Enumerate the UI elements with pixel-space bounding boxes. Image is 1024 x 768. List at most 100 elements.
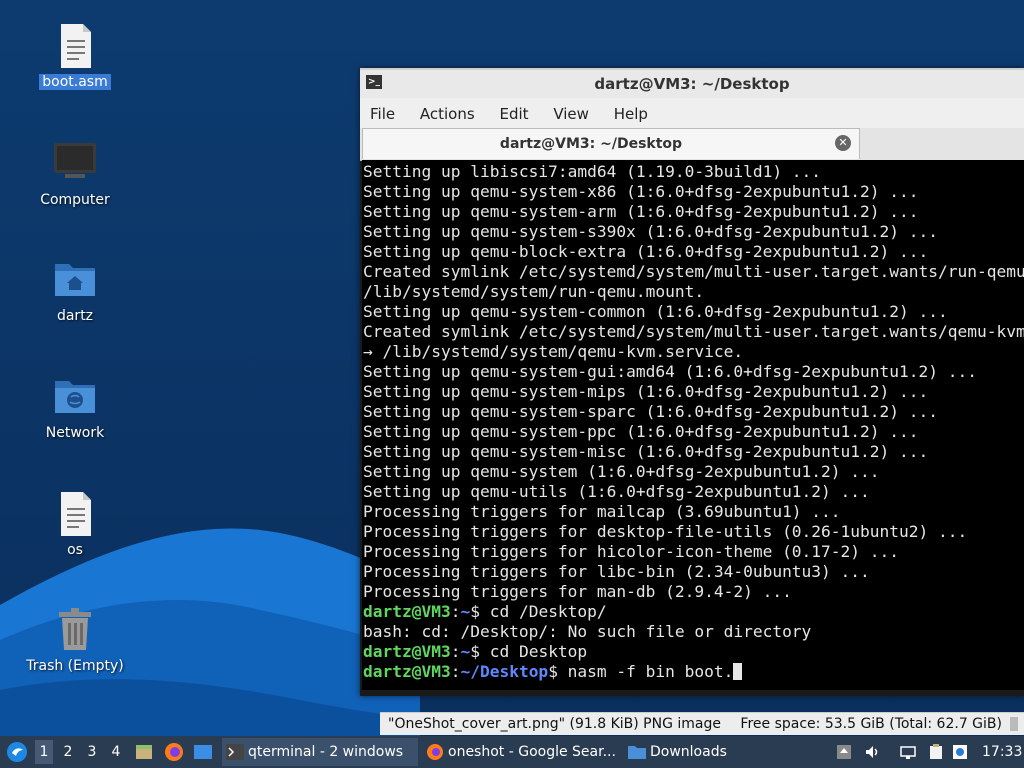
- desktop-icon-label: os: [67, 542, 83, 558]
- file-manager-statusbar: "OneShot_cover_art.png" (91.8 KiB) PNG i…: [380, 712, 1024, 735]
- terminal-line: Created symlink /etc/systemd/system/mult…: [363, 262, 1024, 281]
- desktop-icon-label: boot.asm: [39, 74, 111, 90]
- prompt-command: cd Desktop: [479, 642, 588, 661]
- free-space-info: Free space: 53.5 GiB (Total: 62.7 GiB): [740, 716, 1002, 732]
- terminal-line: Setting up qemu-system-ppc (1:6.0+dfsg-2…: [363, 422, 919, 441]
- text-cursor: [733, 663, 743, 680]
- desktop-icon-computer[interactable]: Computer: [20, 140, 130, 208]
- menu-edit[interactable]: Edit: [489, 98, 538, 123]
- terminal-line: bash: cd: /Desktop/: No such file or dir…: [363, 622, 812, 641]
- prompt-user: dartz@VM3: [363, 642, 451, 661]
- terminal-line: Setting up qemu-system-arm (1:6.0+dfsg-2…: [363, 202, 919, 221]
- firefox-launcher[interactable]: [164, 736, 186, 768]
- tab-bar: dartz@VM3: ~/Desktop ✕: [360, 128, 1024, 161]
- desktop-icon-label: Network: [45, 425, 105, 441]
- terminal-line: Setting up qemu-system-s390x (1:6.0+dfsg…: [363, 222, 938, 241]
- taskbar: 1 2 3 4 qterminal - 2 windows oneshot - …: [0, 736, 1024, 768]
- prompt-command: cd /Desktop/: [479, 602, 607, 621]
- menu-help[interactable]: Help: [604, 98, 658, 123]
- computer-icon: [51, 140, 99, 188]
- terminal-line: dartz@VM3:~$ cd /Desktop/: [363, 602, 607, 621]
- terminal-line: → /lib/systemd/system/qemu-kvm.service.: [363, 342, 744, 361]
- terminal-line: Setting up qemu-system-gui:amd64 (1:6.0+…: [363, 362, 977, 381]
- terminal-window[interactable]: >_ dartz@VM3: ~/Desktop File Actions Edi…: [360, 68, 1024, 696]
- terminal-output[interactable]: Setting up libiscsi7:amd64 (1.19.0-3buil…: [362, 160, 1024, 690]
- show-desktop-button[interactable]: [193, 736, 215, 768]
- terminal-line: dartz@VM3:~$ cd Desktop: [363, 642, 588, 661]
- terminal-tab[interactable]: dartz@VM3: ~/Desktop ✕: [362, 128, 860, 159]
- menubar: File Actions Edit View Help: [360, 98, 1024, 128]
- terminal-input-line[interactable]: dartz@VM3:~/Desktop$ nasm -f bin boot.: [362, 662, 1024, 682]
- terminal-line: Setting up qemu-system-sparc (1:6.0+dfsg…: [363, 402, 938, 421]
- volume-icon[interactable]: [864, 744, 880, 760]
- tab-label: dartz@VM3: ~/Desktop: [499, 136, 683, 152]
- desktop-icon-label: dartz: [56, 308, 94, 324]
- desktop-icon-label: Computer: [40, 192, 110, 208]
- terminal-line: Setting up qemu-system (1:6.0+dfsg-2expu…: [363, 462, 880, 481]
- desktop-icon-boot-asm[interactable]: boot.asm: [20, 22, 130, 90]
- terminal-line: Setting up qemu-system-mips (1:6.0+dfsg-…: [363, 382, 929, 401]
- terminal-line: Processing triggers for hicolor-icon-the…: [363, 542, 900, 561]
- folder-icon: [628, 746, 646, 759]
- prompt-user: dartz@VM3: [363, 662, 451, 681]
- terminal-line: Setting up qemu-system-x86 (1:6.0+dfsg-2…: [363, 182, 919, 201]
- workspace-2[interactable]: 2: [59, 744, 77, 760]
- clock[interactable]: 17:33: [982, 744, 1022, 760]
- terminal-line: Setting up qemu-system-common (1:6.0+dfs…: [363, 302, 948, 321]
- text-file-icon: [51, 490, 99, 538]
- text-file-icon: [51, 22, 99, 70]
- task-label: oneshot - Google Sear...: [448, 744, 616, 760]
- window-title: dartz@VM3: ~/Desktop: [594, 75, 790, 93]
- file-manager-icon: [136, 745, 152, 759]
- trash-icon: [51, 606, 99, 654]
- upload-arrow-icon[interactable]: [836, 744, 852, 760]
- start-menu-button[interactable]: [4, 736, 30, 768]
- terminal-line: Processing triggers for libc-bin (2.34-0…: [363, 562, 870, 581]
- network-icon[interactable]: [900, 744, 916, 760]
- workspace-1[interactable]: 1: [35, 740, 53, 764]
- task-downloads[interactable]: Downloads: [624, 738, 824, 766]
- prompt-command: nasm -f bin boot.: [557, 662, 734, 681]
- task-label: qterminal - 2 windows: [248, 744, 404, 760]
- task-qterminal[interactable]: qterminal - 2 windows: [222, 738, 418, 766]
- prompt-path: ~/Desktop: [460, 662, 549, 681]
- terminal-line: Processing triggers for desktop-file-uti…: [363, 522, 968, 541]
- menu-file[interactable]: File: [360, 98, 405, 123]
- prompt-path: ~: [460, 602, 471, 621]
- workspace-3[interactable]: 3: [83, 744, 101, 760]
- terminal-line: Processing triggers for man-db (2.9.4-2)…: [363, 582, 792, 601]
- file-manager-launcher[interactable]: [134, 736, 154, 768]
- desktop-icon-os[interactable]: os: [20, 490, 130, 558]
- close-tab-icon[interactable]: ✕: [835, 135, 851, 151]
- desktop-icon: [194, 745, 212, 759]
- terminal-line: Setting up qemu-system-misc (1:6.0+dfsg-…: [363, 442, 929, 461]
- firefox-icon: [427, 744, 443, 760]
- terminal-line: Created symlink /etc/systemd/system/mult…: [363, 322, 1024, 341]
- window-titlebar[interactable]: >_ dartz@VM3: ~/Desktop: [360, 68, 1024, 98]
- network-folder-icon: [51, 373, 99, 421]
- terminal-line: /lib/systemd/system/run-qemu.mount.: [363, 282, 705, 301]
- desktop-icon-label: Trash (Empty): [26, 658, 124, 674]
- task-label: Downloads: [650, 744, 727, 760]
- task-firefox[interactable]: oneshot - Google Sear...: [422, 738, 622, 766]
- terminal-line: Setting up qemu-block-extra (1:6.0+dfsg-…: [363, 242, 929, 261]
- selection-info: "OneShot_cover_art.png" (91.8 KiB) PNG i…: [388, 716, 721, 732]
- resize-grip[interactable]: [1010, 717, 1018, 731]
- workspace-4[interactable]: 4: [107, 744, 125, 760]
- menu-view[interactable]: View: [543, 98, 599, 123]
- home-folder-icon: [51, 256, 99, 304]
- clipboard-icon[interactable]: [928, 744, 944, 760]
- desktop-icon-network[interactable]: Network: [20, 373, 130, 441]
- desktop-icon-dartz[interactable]: dartz: [20, 256, 130, 324]
- prompt-user: dartz@VM3: [363, 602, 451, 621]
- terminal-line: Setting up libiscsi7:amd64 (1.19.0-3buil…: [363, 162, 822, 181]
- terminal-line: Setting up qemu-utils (1:6.0+dfsg-2expub…: [363, 482, 870, 501]
- lubuntu-logo-icon: [7, 742, 27, 762]
- update-notifier-icon[interactable]: [952, 744, 968, 760]
- terminal-icon: [226, 744, 244, 760]
- prompt-path: ~: [460, 642, 471, 661]
- desktop-icon-trash[interactable]: Trash (Empty): [20, 606, 130, 674]
- menu-actions[interactable]: Actions: [410, 98, 485, 123]
- firefox-icon: [165, 743, 183, 761]
- terminal-line: Processing triggers for mailcap (3.69ubu…: [363, 502, 841, 521]
